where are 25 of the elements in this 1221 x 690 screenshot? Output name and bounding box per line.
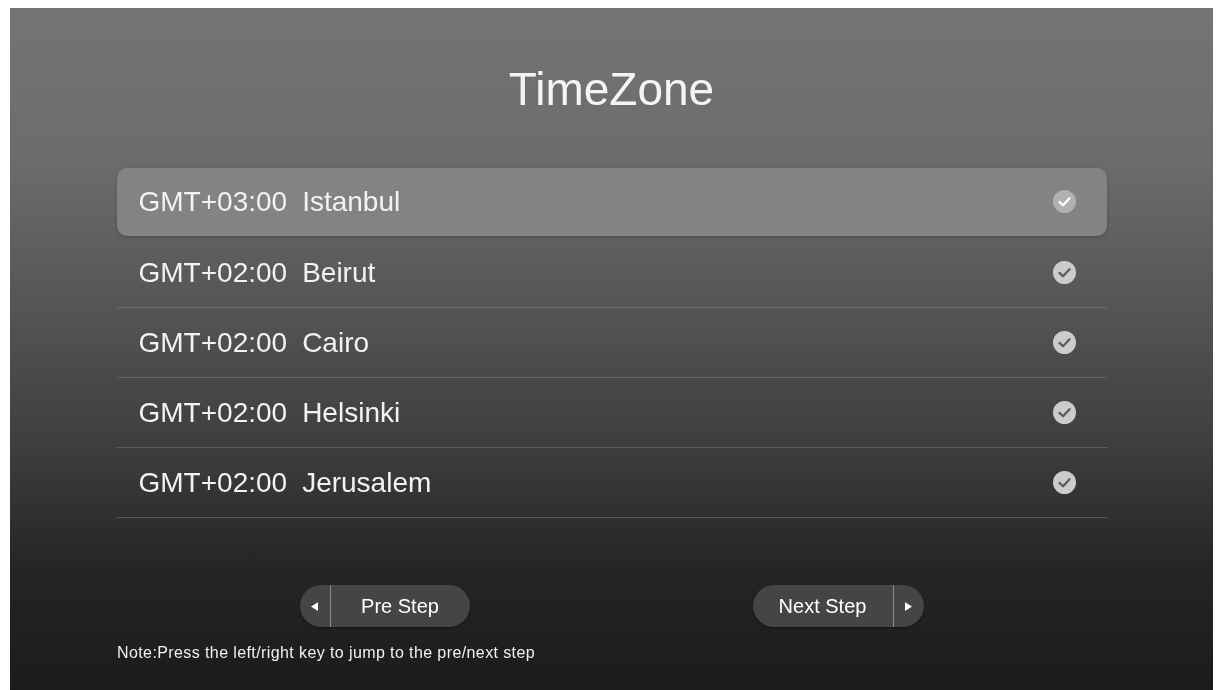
timezone-offset: GMT+02:00 [138,256,288,289]
timezone-city: Istanbul [302,185,402,218]
check-icon [1052,190,1076,213]
right-triangle-icon [905,601,912,611]
check-icon [1052,471,1076,494]
timezone-offset: GMT+02:00 [138,466,288,499]
check-icon [1052,331,1076,354]
timezone-offset: GMT+02:00 [138,396,288,429]
screen-title: TimeZone [508,63,715,115]
timezone-item[interactable]: GMT+02:00 Beirut [116,238,1107,308]
timezone-city: Beirut [302,256,377,289]
note-text: Note:Press the left/right key to jump to the pre/next step [117,644,536,662]
timezone-city: Jerusalem [302,466,433,499]
timezone-offset: GMT+02:00 [138,326,288,359]
timezone-item[interactable]: GMT+02:00 Cairo [116,308,1107,378]
timezone-item[interactable]: GMT+02:00 Jerusalem [116,448,1107,518]
pre-step-button[interactable]: Pre Step [299,585,470,627]
check-icon [1052,401,1076,424]
timezone-city: Helsinki [302,396,402,429]
left-triangle-icon [311,601,318,611]
timezone-offset: GMT+03:00 [138,185,288,218]
timezone-city: Cairo [302,326,371,359]
next-step-button[interactable]: Next Step [752,585,924,627]
check-icon [1052,261,1076,284]
timezone-item[interactable]: GMT+02:00 Helsinki [116,378,1107,448]
